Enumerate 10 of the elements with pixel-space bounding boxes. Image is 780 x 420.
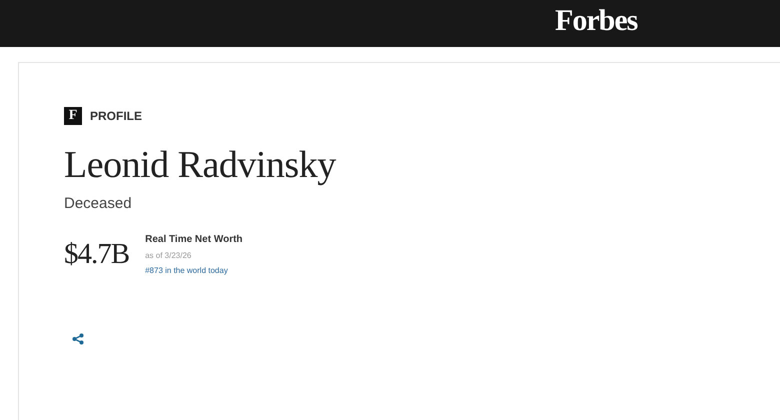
profile-status: Deceased (64, 194, 132, 214)
world-rank-link[interactable]: #873 in the world today (145, 264, 228, 277)
logo-badge: F (64, 107, 82, 125)
net-worth-value: $4.7B (64, 236, 130, 272)
section-label: PROFILE (90, 108, 142, 125)
as-of-date: as of 3/23/26 (145, 250, 192, 262)
profile-name: Leonid Radvinsky (64, 145, 336, 187)
share-icon (72, 332, 84, 345)
net-worth-title: Real Time Net Worth (145, 232, 243, 247)
share-button[interactable] (72, 332, 84, 345)
